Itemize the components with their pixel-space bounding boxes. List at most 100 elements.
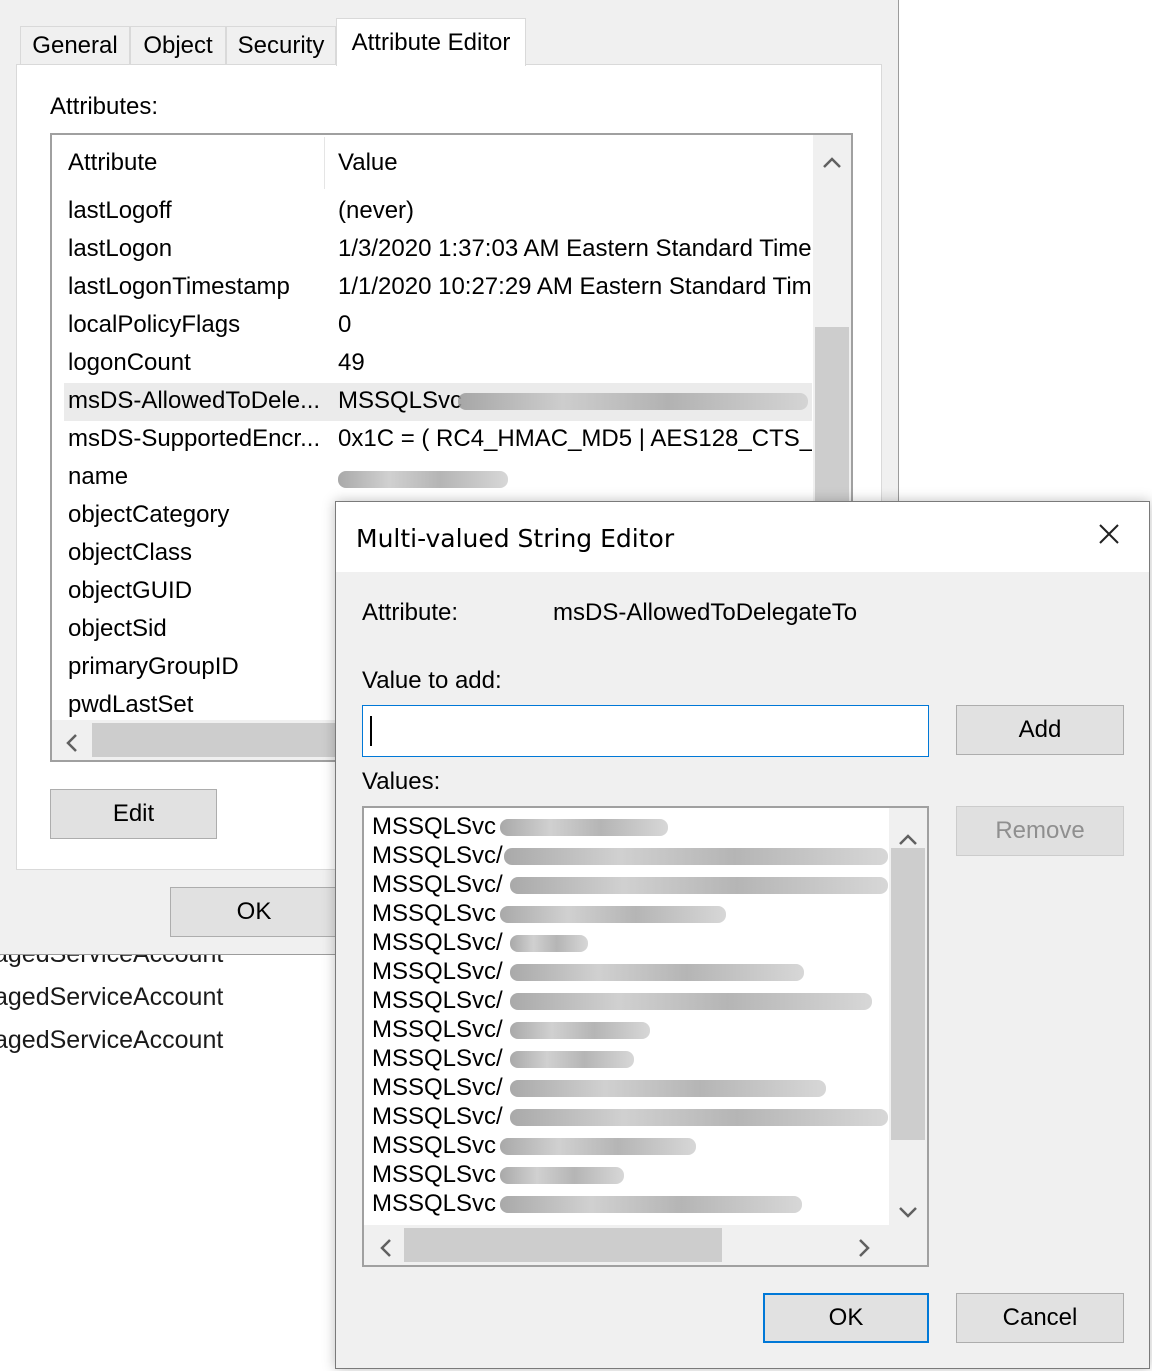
attribute-name: objectGUID [68, 577, 193, 604]
values-list[interactable]: MSSQLSvc MSSQLSvc/ MSSQLSvc/ MSSQLSvc MS… [362, 806, 929, 1267]
list-item[interactable]: MSSQLSvc/ [372, 1074, 503, 1103]
attribute-name: objectSid [68, 615, 167, 642]
attribute-value: 1/1/2020 10:27:29 AM Eastern Standard Ti… [338, 273, 812, 300]
redacted-blur [510, 877, 888, 894]
redacted-blur [510, 1022, 650, 1039]
redacted-blur [510, 935, 588, 952]
tab-security[interactable]: Security [226, 26, 336, 64]
list-item[interactable]: MSSQLSvc [372, 1190, 496, 1219]
attribute-label: Attribute: [362, 599, 459, 626]
close-icon[interactable] [1097, 518, 1121, 552]
attribute-name: objectCategory [68, 501, 230, 528]
attribute-name: msDS-SupportedEncr... [68, 425, 321, 452]
redacted-blur [338, 471, 508, 488]
column-header-attribute[interactable]: Attribute [68, 149, 157, 177]
chevron-down-icon[interactable] [898, 1198, 918, 1224]
tab-general[interactable]: General [20, 26, 130, 64]
table-row[interactable]: logonCount 49 [64, 345, 812, 383]
background-list-item: agedServiceAccount [0, 1026, 224, 1054]
list-item[interactable]: MSSQLSvc [372, 1132, 496, 1161]
value-text: MSSQLSvc [372, 1161, 497, 1188]
tab-object[interactable]: Object [130, 26, 226, 64]
attribute-name: name [68, 463, 129, 490]
add-button[interactable]: Add [956, 705, 1124, 755]
horizontal-scrollbar[interactable] [364, 1225, 927, 1265]
ok-button[interactable]: OK [763, 1293, 929, 1343]
value-text: MSSQLSvc/ [372, 1074, 503, 1101]
chevron-up-icon[interactable] [898, 824, 918, 850]
list-item[interactable]: MSSQLSvc/ [372, 871, 503, 900]
attribute-name: lastLogon [68, 235, 173, 262]
list-item[interactable]: MSSQLSvc/ [372, 1016, 503, 1045]
list-item[interactable]: MSSQLSvc/ [372, 929, 503, 958]
column-divider[interactable] [324, 137, 325, 189]
redacted-blur [504, 848, 888, 865]
redacted-blur [510, 1109, 888, 1126]
attribute-name: localPolicyFlags [68, 311, 241, 338]
scroll-thumb[interactable] [404, 1228, 722, 1262]
table-row[interactable]: localPolicyFlags 0 [64, 307, 812, 345]
redacted-blur [510, 993, 872, 1010]
value-text: MSSQLSvc [372, 1132, 497, 1159]
value-text: MSSQLSvc [372, 900, 497, 927]
column-header-value[interactable]: Value [338, 149, 398, 177]
attribute-value: 0 [338, 311, 352, 338]
scroll-thumb[interactable] [891, 848, 925, 1140]
attribute-value: (never) [338, 197, 415, 224]
list-item[interactable]: MSSQLSvc/ [372, 987, 503, 1016]
edit-button[interactable]: Edit [50, 789, 217, 839]
cancel-button[interactable]: Cancel [956, 1293, 1124, 1343]
remove-button[interactable]: Remove [956, 806, 1124, 856]
chevron-up-icon[interactable] [822, 147, 842, 173]
attribute-value: 49 [338, 349, 365, 376]
table-row[interactable]: msDS-SupportedEncr... 0x1C = ( RC4_HMAC_… [64, 421, 812, 459]
value-text: MSSQLSvc/ [372, 842, 503, 869]
table-row[interactable]: lastLogonTimestamp 1/1/2020 10:27:29 AM … [64, 269, 812, 307]
chevron-left-icon[interactable] [378, 1236, 392, 1262]
attribute-value: 1/3/2020 1:37:03 AM Eastern Standard Tim… [338, 235, 812, 262]
redacted-blur [510, 1051, 634, 1068]
dialog-title: Multi-valued String Editor [356, 524, 675, 553]
attribute-value-text: MSSQLSvc [338, 387, 463, 414]
redacted-blur [458, 393, 808, 410]
value-text: MSSQLSvc/ [372, 1016, 503, 1043]
value-text: MSSQLSvc/ [372, 929, 503, 956]
redacted-blur [500, 906, 726, 923]
table-row-selected[interactable]: msDS-AllowedToDele... MSSQLSvc [64, 383, 812, 421]
value-to-add-label: Value to add: [362, 667, 502, 694]
attributes-label: Attributes: [50, 93, 159, 120]
attribute-name: lastLogonTimestamp [68, 273, 290, 300]
list-header: Attribute Value [52, 135, 812, 193]
table-row[interactable]: lastLogon 1/3/2020 1:37:03 AM Eastern St… [64, 231, 812, 269]
chevron-right-icon[interactable] [858, 1236, 872, 1262]
table-row[interactable]: lastLogoff (never) [64, 193, 812, 231]
list-item[interactable]: MSSQLSvc/ [372, 958, 503, 987]
list-item[interactable]: MSSQLSvc [372, 1161, 496, 1190]
value-to-add-input[interactable] [362, 705, 929, 757]
value-text: MSSQLSvc/ [372, 987, 503, 1014]
attribute-name-value: msDS-AllowedToDelegateTo [553, 599, 858, 626]
list-item[interactable]: MSSQLSvc/ [372, 842, 503, 871]
value-text: MSSQLSvc/ [372, 958, 503, 985]
redacted-blur [500, 1167, 624, 1184]
tab-attribute-editor[interactable]: Attribute Editor [336, 18, 526, 66]
attribute-name: msDS-AllowedToDele... [68, 387, 321, 414]
redacted-blur [510, 1080, 826, 1097]
vertical-scrollbar[interactable] [889, 808, 927, 1226]
redacted-blur [510, 964, 804, 981]
redacted-blur [500, 1196, 802, 1213]
redacted-blur [500, 819, 668, 836]
ok-button[interactable]: OK [170, 887, 338, 937]
values-label: Values: [362, 768, 441, 795]
value-text: MSSQLSvc [372, 1190, 497, 1217]
title-bar[interactable]: Multi-valued String Editor [336, 502, 1149, 572]
list-item[interactable]: MSSQLSvc/ [372, 1103, 503, 1132]
list-item[interactable]: MSSQLSvc/ [372, 1045, 503, 1074]
table-row[interactable]: name [64, 459, 812, 497]
chevron-left-icon[interactable] [64, 731, 78, 757]
list-item[interactable]: MSSQLSvc [372, 900, 496, 929]
text-caret [370, 716, 372, 746]
list-item[interactable]: MSSQLSvc [372, 813, 496, 842]
value-text: MSSQLSvc [372, 813, 497, 840]
redacted-blur [500, 1138, 696, 1155]
